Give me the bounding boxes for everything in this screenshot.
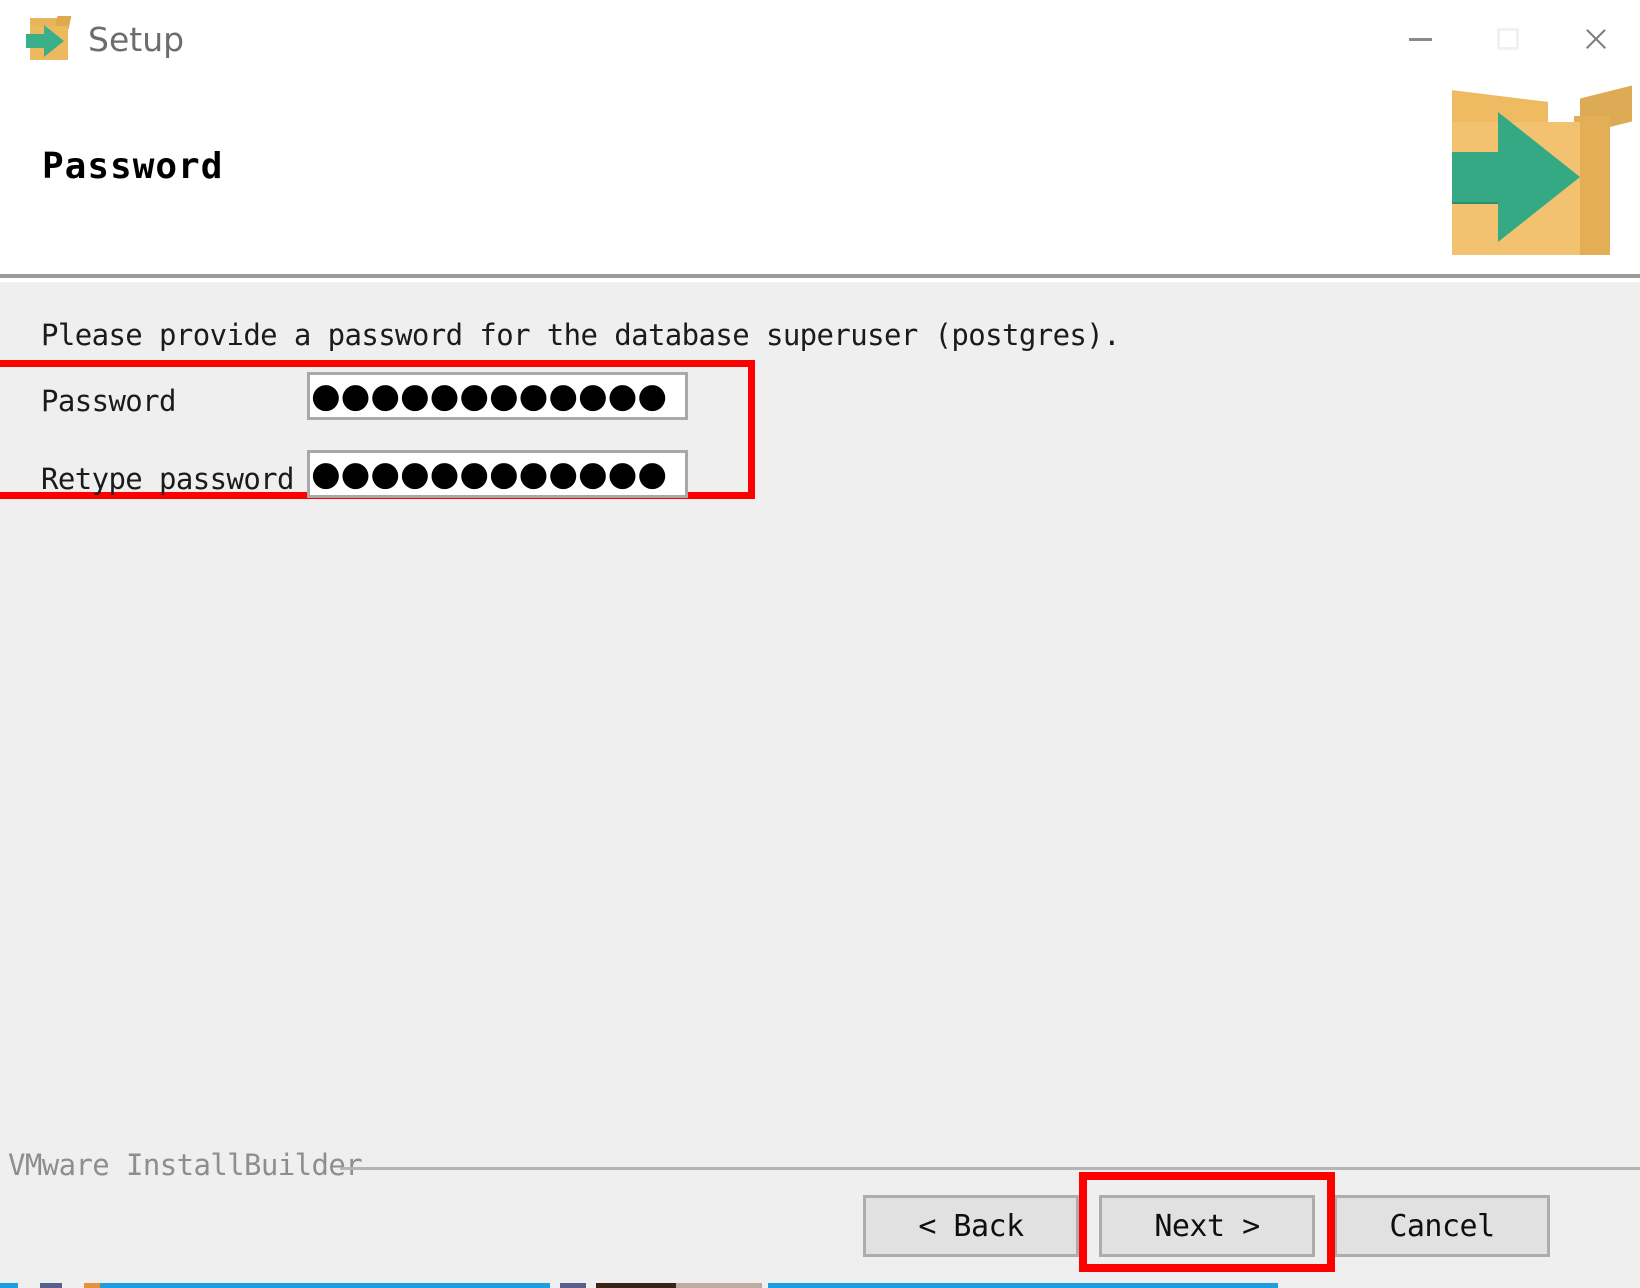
retype-password-masked-value: ●●●●●●●●●●●● — [311, 454, 668, 494]
instruction-text: Please provide a password for the databa… — [41, 318, 1121, 352]
window-controls — [1376, 0, 1640, 78]
retype-password-label: Retype password — [41, 462, 295, 496]
window-title: Setup — [88, 19, 185, 59]
taskbar-sliver — [0, 1281, 1640, 1288]
next-button[interactable]: Next > — [1099, 1195, 1315, 1257]
maximize-icon — [1497, 28, 1519, 50]
cancel-button[interactable]: Cancel — [1334, 1195, 1550, 1257]
footer-divider — [340, 1167, 1640, 1170]
wizard-button-bar: < Back Next > Cancel — [0, 1195, 1640, 1265]
password-field-row: Password — [41, 376, 176, 426]
wizard-body: Please provide a password for the databa… — [0, 282, 1640, 1288]
password-label: Password — [41, 384, 176, 418]
window-titlebar: Setup — [0, 0, 1640, 78]
installbuilder-brand-label: VMware InstallBuilder — [8, 1148, 363, 1182]
wizard-header: Password — [0, 78, 1640, 278]
retype-password-field-row: Retype password — [41, 454, 295, 504]
minimize-button[interactable] — [1376, 0, 1464, 78]
installer-box-icon — [26, 16, 72, 62]
retype-password-input[interactable]: ●●●●●●●●●●●● — [307, 450, 688, 498]
installbuilder-box-arrow-logo — [1452, 85, 1632, 255]
page-title: Password — [42, 146, 224, 187]
close-icon — [1583, 26, 1609, 52]
back-button[interactable]: < Back — [863, 1195, 1079, 1257]
close-button[interactable] — [1552, 0, 1640, 78]
password-input[interactable]: ●●●●●●●●●●●● — [307, 372, 688, 420]
password-masked-value: ●●●●●●●●●●●● — [311, 376, 668, 416]
minimize-icon — [1408, 37, 1432, 41]
maximize-button[interactable] — [1464, 0, 1552, 78]
